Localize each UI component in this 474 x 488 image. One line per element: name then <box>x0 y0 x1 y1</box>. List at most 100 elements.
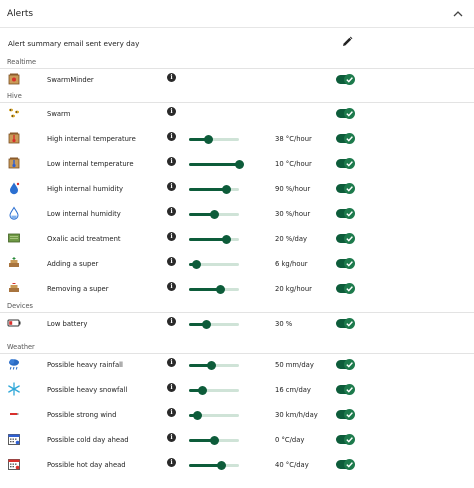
toggle-knob <box>344 258 355 269</box>
slider-thumb[interactable] <box>202 320 211 329</box>
toggle-knob <box>344 158 355 169</box>
alert-toggle[interactable] <box>336 409 355 420</box>
alert-toggle[interactable] <box>336 434 355 445</box>
alert-toggle[interactable] <box>336 459 355 470</box>
battery-low-icon <box>7 319 21 327</box>
treatment-icon <box>8 233 20 243</box>
slider-thumb[interactable] <box>217 461 226 470</box>
info-icon[interactable]: i <box>167 358 176 367</box>
alert-toggle[interactable] <box>336 183 355 194</box>
chevron-up-icon[interactable] <box>452 9 464 19</box>
info-icon[interactable]: i <box>167 317 176 326</box>
alerts-header[interactable]: Alerts <box>0 0 474 28</box>
slider-thumb[interactable] <box>209 210 219 219</box>
threshold-value: 30 % <box>275 320 293 328</box>
toggle-knob <box>344 233 355 244</box>
threshold-value: 30 km/h/day <box>275 411 318 419</box>
threshold-value: 40 °C/day <box>275 461 309 469</box>
slider-thumb[interactable] <box>222 235 231 244</box>
page-title: Alerts <box>7 9 34 19</box>
alert-toggle[interactable] <box>336 384 355 395</box>
threshold-slider[interactable] <box>189 260 239 269</box>
threshold-slider[interactable] <box>189 160 244 169</box>
alert-toggle[interactable] <box>336 283 355 294</box>
toggle-knob <box>344 384 355 395</box>
info-icon[interactable]: i <box>167 282 176 291</box>
alert-toggle[interactable] <box>336 258 355 269</box>
toggle-knob <box>344 359 355 370</box>
check-icon <box>346 412 353 418</box>
threshold-slider[interactable] <box>189 361 239 370</box>
slider-thumb[interactable] <box>216 285 225 294</box>
slider-thumb[interactable] <box>192 260 201 269</box>
alert-row: Low internal humidity i 30 %/hour <box>0 202 474 226</box>
check-icon <box>346 186 353 192</box>
threshold-slider[interactable] <box>189 411 239 420</box>
alert-row: Possible heavy rainfall i 50 mm/day <box>0 353 474 377</box>
info-icon[interactable]: i <box>167 257 176 266</box>
alert-label: High internal temperature <box>47 135 136 143</box>
threshold-slider[interactable] <box>189 235 239 244</box>
add-super-icon <box>9 257 19 267</box>
check-icon <box>346 462 353 468</box>
threshold-slider[interactable] <box>189 210 239 219</box>
section-label: Realtime <box>7 58 37 66</box>
check-icon <box>346 236 353 242</box>
alert-toggle[interactable] <box>336 133 355 144</box>
hive-temperature-low-icon <box>8 157 20 169</box>
info-icon[interactable]: i <box>167 207 176 216</box>
check-icon <box>346 136 353 142</box>
threshold-slider[interactable] <box>189 461 239 470</box>
toggle-knob <box>344 459 355 470</box>
alert-toggle[interactable] <box>336 74 355 85</box>
info-icon[interactable]: i <box>167 132 176 141</box>
threshold-value: 50 mm/day <box>275 361 314 369</box>
threshold-slider[interactable] <box>189 436 239 445</box>
threshold-slider[interactable] <box>189 185 239 194</box>
slider-thumb[interactable] <box>203 135 213 144</box>
info-icon[interactable]: i <box>167 107 176 116</box>
threshold-slider[interactable] <box>189 386 239 395</box>
slider-thumb[interactable] <box>222 185 231 194</box>
info-icon[interactable]: i <box>167 157 176 166</box>
pencil-icon[interactable] <box>341 36 353 48</box>
alert-row: Oxalic acid treatment i 20 %/day <box>0 227 474 251</box>
toggle-knob <box>344 318 355 329</box>
info-icon[interactable]: i <box>167 408 176 417</box>
alert-toggle[interactable] <box>336 233 355 244</box>
toggle-knob <box>344 133 355 144</box>
toggle-knob <box>344 183 355 194</box>
info-icon[interactable]: i <box>167 73 176 82</box>
threshold-slider[interactable] <box>189 285 239 294</box>
hive-temperature-high-icon <box>8 132 20 144</box>
swarm-bees-icon <box>9 108 19 118</box>
threshold-slider[interactable] <box>189 135 239 144</box>
alert-row: Adding a super i 6 kg/hour <box>0 252 474 276</box>
alert-toggle[interactable] <box>336 158 355 169</box>
info-icon[interactable]: i <box>167 182 176 191</box>
section-label: Devices <box>7 302 33 310</box>
toggle-knob <box>344 208 355 219</box>
check-icon <box>346 286 353 292</box>
slider-thumb[interactable] <box>234 160 244 169</box>
slider-thumb[interactable] <box>193 411 202 420</box>
info-icon[interactable]: i <box>167 232 176 241</box>
threshold-slider[interactable] <box>189 320 239 329</box>
alert-row: Low internal temperature i 10 °C/hour <box>0 152 474 176</box>
threshold-value: 20 %/day <box>275 235 308 243</box>
wind-icon <box>10 413 19 415</box>
check-icon <box>346 261 353 267</box>
slider-thumb[interactable] <box>207 361 216 370</box>
info-icon[interactable]: i <box>167 383 176 392</box>
slider-thumb[interactable] <box>198 386 207 395</box>
alert-toggle[interactable] <box>336 318 355 329</box>
alert-toggle[interactable] <box>336 108 355 119</box>
humidity-high-icon <box>10 182 20 195</box>
alert-toggle[interactable] <box>336 359 355 370</box>
hive-alarm-icon <box>8 73 20 85</box>
info-icon[interactable]: i <box>167 458 176 467</box>
slider-thumb[interactable] <box>209 436 219 445</box>
summary-row: Alert summary email sent every day <box>0 32 474 54</box>
info-icon[interactable]: i <box>167 433 176 442</box>
alert-toggle[interactable] <box>336 208 355 219</box>
